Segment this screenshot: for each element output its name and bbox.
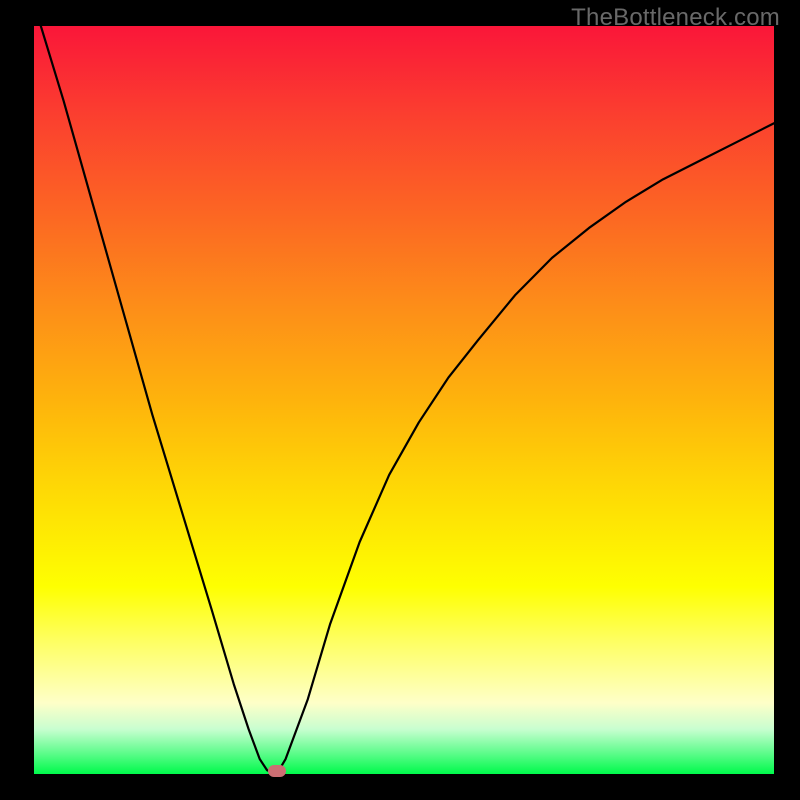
chart-frame: TheBottleneck.com <box>0 0 800 800</box>
bottleneck-curve <box>34 26 774 774</box>
minimum-marker <box>268 765 286 777</box>
plot-area <box>34 26 774 774</box>
